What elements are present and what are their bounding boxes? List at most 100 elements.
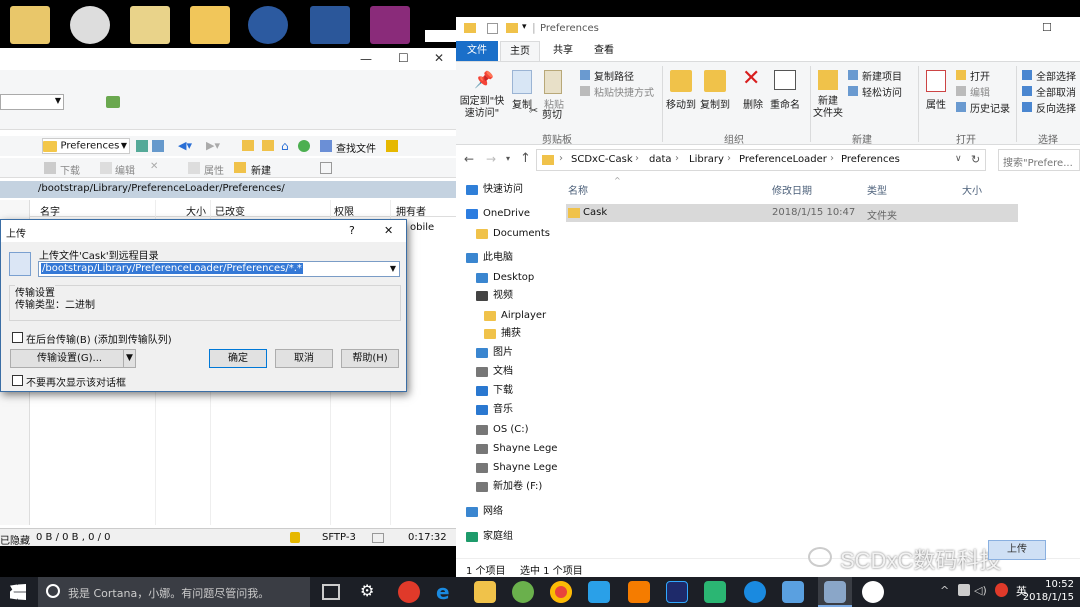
edit-button[interactable]: 编辑 bbox=[115, 162, 135, 177]
breadcrumb-item[interactable]: Preferences bbox=[841, 154, 900, 165]
nav-item[interactable]: Documents bbox=[476, 225, 572, 243]
history-button[interactable]: 历史记录 bbox=[970, 100, 1010, 115]
column-size[interactable]: 大小 bbox=[186, 203, 206, 218]
copy-path-button[interactable]: 复制路径 bbox=[594, 68, 634, 83]
transfer-settings-button[interactable]: 传输设置(G)... ▼ bbox=[10, 349, 136, 368]
tab-view[interactable]: 查看 bbox=[584, 41, 624, 61]
help-icon[interactable]: ? bbox=[349, 224, 355, 237]
desktop-icon-app[interactable] bbox=[248, 6, 288, 44]
breadcrumb-item[interactable]: PreferenceLoader bbox=[739, 154, 827, 165]
column-owner[interactable]: 拥有者 bbox=[396, 203, 426, 218]
cut-button[interactable]: 剪切 bbox=[542, 106, 562, 121]
queue-icon[interactable] bbox=[372, 533, 384, 543]
tray-chevron-icon[interactable]: ^ bbox=[940, 584, 949, 597]
player-icon[interactable] bbox=[704, 581, 726, 603]
header-size[interactable]: 大小 bbox=[962, 182, 982, 197]
breadcrumb-item[interactable]: Library bbox=[689, 154, 724, 165]
properties-button[interactable]: 属性 bbox=[922, 96, 950, 111]
background-transfer-checkbox[interactable] bbox=[12, 332, 23, 343]
diamond-icon[interactable] bbox=[782, 581, 804, 603]
new-item-button[interactable]: 新建项目 bbox=[862, 68, 902, 83]
desktop-icon-user[interactable] bbox=[10, 6, 50, 44]
start-icon[interactable] bbox=[10, 584, 26, 600]
minimize-icon[interactable]: — bbox=[360, 52, 372, 66]
settings-icon[interactable]: ⚙ bbox=[360, 581, 374, 600]
new-folder-icon[interactable] bbox=[506, 23, 518, 33]
new-folder-button[interactable]: 新建 文件夹 bbox=[812, 96, 844, 120]
wechat-taskbar-icon[interactable] bbox=[862, 581, 884, 603]
open-button[interactable]: 打开 bbox=[970, 68, 990, 83]
maximize-icon[interactable]: ☐ bbox=[1042, 21, 1052, 34]
properties-icon[interactable] bbox=[487, 23, 498, 34]
header-date[interactable]: 修改日期 bbox=[772, 182, 812, 197]
tab-file[interactable]: 文件 bbox=[456, 41, 498, 61]
column-rights[interactable]: 权限 bbox=[334, 203, 354, 218]
help-button[interactable]: 帮助(H) bbox=[341, 349, 399, 368]
nav-item[interactable]: Shayne Lege bbox=[476, 459, 572, 477]
winrar-icon[interactable] bbox=[370, 6, 410, 44]
edge-icon[interactable]: e bbox=[436, 581, 458, 603]
new-button[interactable]: 新建 bbox=[251, 162, 271, 177]
chevron-down-icon[interactable]: ▼ bbox=[126, 350, 133, 367]
column-name[interactable]: 名字 bbox=[40, 203, 60, 218]
table-row[interactable]: Cask 2018/1/15 10:47 文件夹 bbox=[566, 204, 1018, 222]
search-input[interactable]: 搜索"Prefere... bbox=[998, 149, 1080, 171]
nav-item[interactable]: 此电脑 bbox=[466, 249, 562, 267]
header-name[interactable]: 名称 bbox=[568, 182, 588, 197]
find-files-button[interactable]: 查找文件 bbox=[336, 140, 376, 155]
nav-item[interactable]: Desktop bbox=[476, 269, 572, 287]
tree-icon[interactable] bbox=[136, 140, 148, 152]
invert-selection-button[interactable]: 反向选择 bbox=[1036, 100, 1076, 115]
photoshop-icon[interactable] bbox=[666, 581, 688, 603]
sync-icon[interactable] bbox=[106, 96, 120, 108]
root-dir-icon[interactable] bbox=[262, 140, 274, 151]
rename-button[interactable]: 重命名 bbox=[768, 96, 802, 111]
back-icon[interactable]: ◀▾ bbox=[178, 139, 192, 152]
chrome-icon[interactable] bbox=[550, 581, 572, 603]
antivirus-icon[interactable] bbox=[995, 583, 1008, 597]
breadcrumb-item[interactable]: data bbox=[649, 154, 672, 165]
nav-item[interactable]: 家庭组 bbox=[466, 528, 562, 546]
pp-icon[interactable] bbox=[588, 581, 610, 603]
chevron-down-icon[interactable]: ▾ bbox=[522, 22, 527, 32]
toggle-icon[interactable] bbox=[386, 140, 398, 152]
select-none-button[interactable]: 全部取消 bbox=[1036, 84, 1076, 99]
back-icon[interactable]: ← bbox=[464, 152, 474, 166]
easy-access-button[interactable]: 轻松访问 bbox=[862, 84, 902, 99]
nav-item[interactable]: 捕获 bbox=[484, 325, 580, 343]
nav-item[interactable]: 文档 bbox=[476, 363, 572, 381]
itunes-icon[interactable] bbox=[70, 6, 110, 44]
tab-share[interactable]: 共享 bbox=[544, 41, 582, 61]
nav-item[interactable]: 快速访问 bbox=[466, 181, 562, 199]
nav-item[interactable]: OS (C:) bbox=[476, 421, 572, 439]
move-to-button[interactable]: 移动到 bbox=[664, 96, 698, 111]
chevron-down-icon[interactable]: ∨ bbox=[955, 154, 962, 164]
copy-to-button[interactable]: 复制到 bbox=[698, 96, 732, 111]
desktop-icon-zip[interactable] bbox=[130, 6, 170, 44]
nav-item[interactable]: 图片 bbox=[476, 344, 572, 362]
media-icon[interactable] bbox=[628, 581, 650, 603]
filter-icon[interactable] bbox=[152, 140, 164, 152]
find-icon[interactable] bbox=[320, 140, 332, 152]
desktop-icon-folder[interactable] bbox=[190, 6, 230, 44]
clock-time[interactable]: 10:52 bbox=[1034, 579, 1074, 590]
properties-button[interactable]: 属性 bbox=[204, 162, 224, 177]
network-icon[interactable] bbox=[958, 584, 970, 596]
nav-item[interactable]: 视频 bbox=[476, 287, 572, 305]
close-icon[interactable]: ✕ bbox=[384, 224, 393, 237]
forward-icon[interactable]: → bbox=[486, 152, 496, 166]
clock-date[interactable]: 2018/1/15 bbox=[1020, 592, 1074, 603]
nav-item[interactable]: 网络 bbox=[466, 503, 562, 521]
chevron-down-icon[interactable]: ▼ bbox=[390, 264, 396, 273]
cortana-search[interactable]: 我是 Cortana，小娜。有问题尽管问我。 bbox=[38, 577, 310, 607]
select-all-button[interactable]: 全部选择 bbox=[1036, 68, 1076, 83]
header-type[interactable]: 类型 bbox=[867, 182, 887, 197]
close-icon[interactable]: ✕ bbox=[434, 51, 444, 65]
refresh-icon[interactable]: ↻ bbox=[971, 153, 980, 166]
select-icon[interactable] bbox=[320, 162, 332, 174]
weibo-icon[interactable] bbox=[398, 581, 420, 603]
browser-icon[interactable] bbox=[744, 581, 766, 603]
delete-button[interactable]: 删除 bbox=[740, 96, 766, 111]
tab-home[interactable]: 主页 bbox=[500, 41, 540, 61]
forward-icon[interactable]: ▶▾ bbox=[206, 139, 220, 152]
